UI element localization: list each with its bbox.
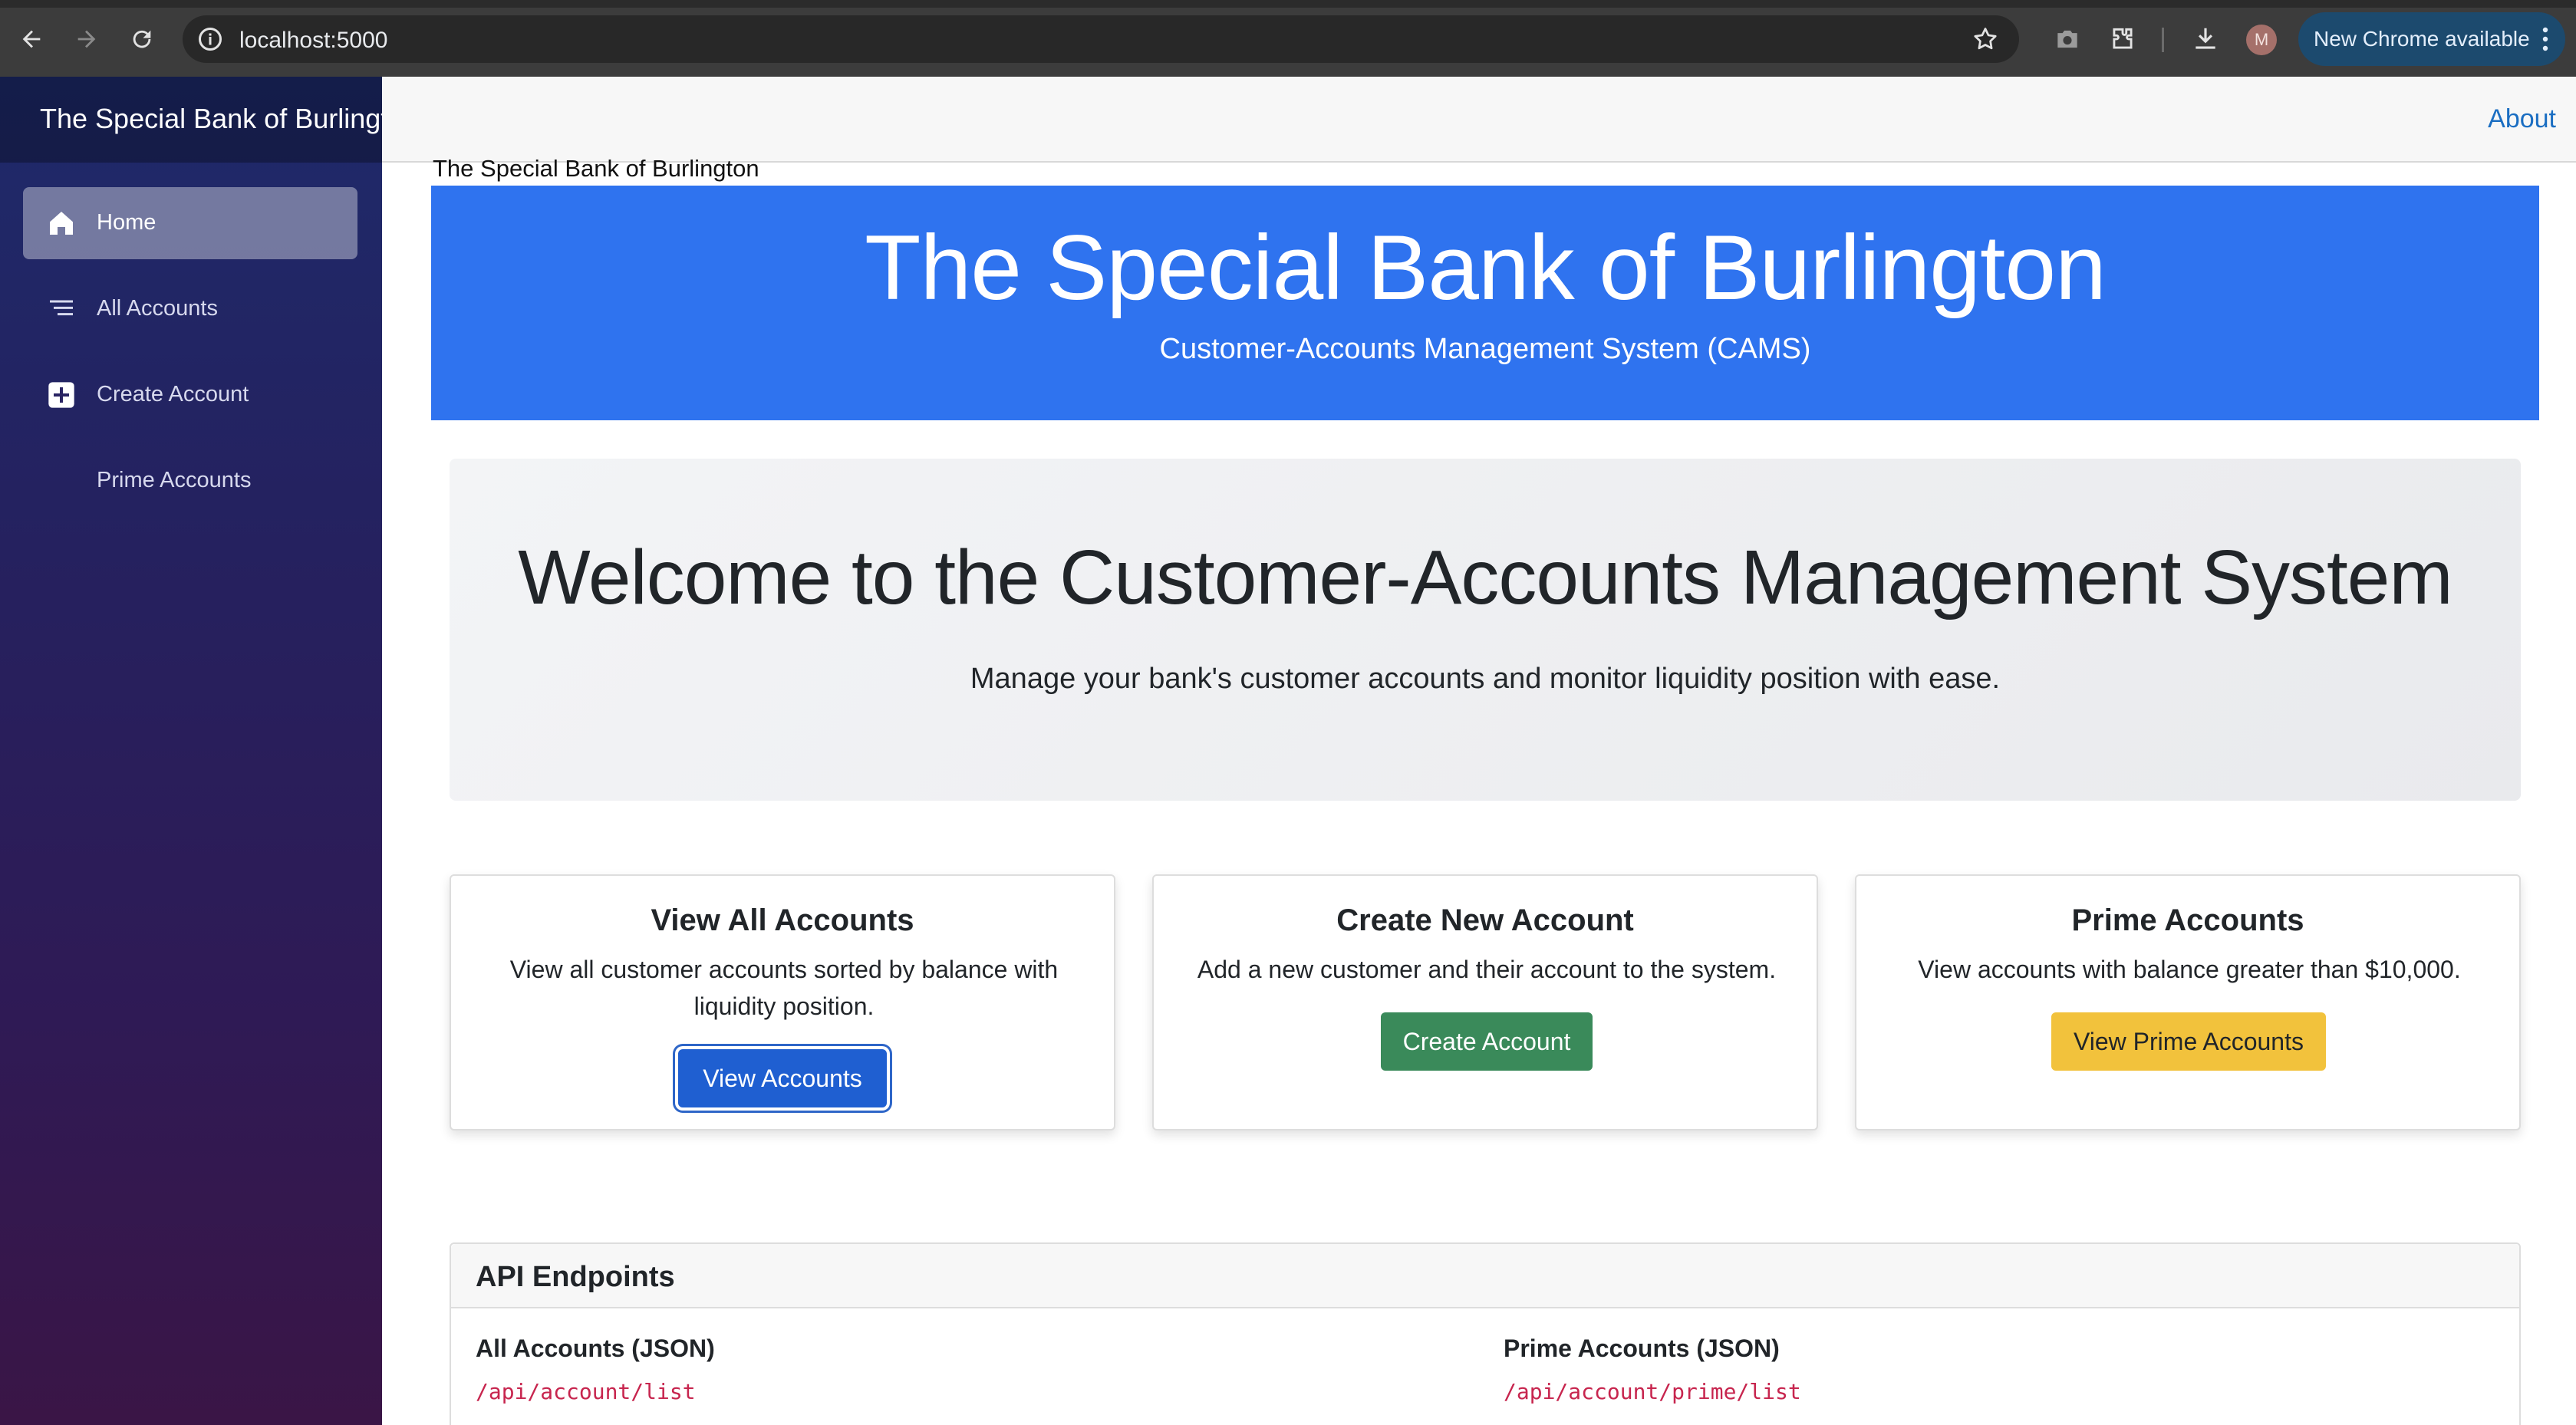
reload-icon xyxy=(133,30,151,48)
download-icon[interactable] xyxy=(2191,25,2220,54)
sidebar-item-label: Home xyxy=(97,210,156,235)
view-accounts-button[interactable]: View Accounts xyxy=(678,1049,887,1107)
sidebar-item-prime-accounts[interactable]: Prime Accounts xyxy=(23,445,357,517)
profile-avatar[interactable]: M xyxy=(2246,25,2277,55)
sidebar-item-label: All Accounts xyxy=(97,296,218,321)
sidebar-brand[interactable]: The Special Bank of Burlington xyxy=(0,77,419,163)
api-endpoints-heading: API Endpoints xyxy=(476,1261,675,1293)
endpoint-title-all-accounts: All Accounts (JSON) xyxy=(476,1334,715,1362)
hero-banner: The Special Bank of Burlington Customer-… xyxy=(431,186,2539,420)
toolbar-divider xyxy=(2162,28,2164,52)
view-prime-accounts-button[interactable]: View Prime Accounts xyxy=(2051,1012,2326,1071)
list-icon xyxy=(50,300,73,316)
sidebar-item-create-account[interactable]: Create Account xyxy=(23,359,357,431)
card-view-all-accounts: View All Accounts View all customer acco… xyxy=(450,874,1115,1130)
create-account-button[interactable]: Create Account xyxy=(1381,1012,1593,1071)
card-text: View all customer accounts sorted by bal… xyxy=(509,956,1059,1020)
api-endpoints-card: API Endpoints All Accounts (JSON) /api/a… xyxy=(450,1242,2521,1425)
card-create-new-account: Create New Account Add a new customer an… xyxy=(1152,874,1818,1130)
bookmark-star-icon[interactable] xyxy=(1972,25,1999,53)
back-arrow-icon xyxy=(22,30,41,48)
card-title: View All Accounts xyxy=(651,903,914,937)
welcome-lead: Manage your bank's customer accounts and… xyxy=(970,663,2001,695)
brand-title[interactable]: The Special Bank of Burlington xyxy=(40,103,419,135)
new-chrome-available-button[interactable]: New Chrome available xyxy=(2298,12,2565,66)
site-info-icon[interactable] xyxy=(196,25,224,53)
camera-icon[interactable] xyxy=(2053,25,2082,54)
new-chrome-label: New Chrome available xyxy=(2314,27,2530,51)
page-caption: The Special Bank of Burlington xyxy=(433,155,759,182)
reload-button[interactable] xyxy=(124,21,160,57)
sidebar-item-home[interactable]: Home xyxy=(23,187,357,259)
url-text[interactable]: localhost:5000 xyxy=(239,28,387,54)
home-icon xyxy=(50,212,73,235)
sidebar-item-label: Prime Accounts xyxy=(97,468,252,492)
about-link[interactable]: About xyxy=(2488,104,2556,134)
endpoint-title-prime-accounts: Prime Accounts (JSON) xyxy=(1504,1334,1780,1362)
card-text: Add a new customer and their account to … xyxy=(1197,956,1777,983)
endpoint-path-all-accounts: /api/account/list xyxy=(476,1379,696,1404)
sidebar-item-all-accounts[interactable]: All Accounts xyxy=(23,273,357,345)
endpoint-path-prime-accounts: /api/account/prime/list xyxy=(1504,1379,1801,1404)
welcome-jumbotron: Welcome to the Customer-Accounts Managem… xyxy=(450,459,2521,801)
banner-subtitle: Customer-Accounts Management System (CAM… xyxy=(1159,333,1811,365)
extensions-puzzle-icon[interactable] xyxy=(2108,25,2137,54)
forward-button[interactable] xyxy=(69,21,104,57)
sidebar: The Special Bank of Burlington Home All … xyxy=(0,77,419,1425)
welcome-heading: Welcome to the Customer-Accounts Managem… xyxy=(518,535,2452,620)
card-prime-accounts: Prime Accounts View accounts with balanc… xyxy=(1855,874,2521,1130)
kebab-menu-icon xyxy=(2542,27,2548,51)
banner-title: The Special Bank of Burlington xyxy=(865,216,2107,319)
card-text: View accounts with balance greater than … xyxy=(1918,956,2461,983)
forward-arrow-icon xyxy=(77,30,96,48)
address-bar[interactable]: localhost:5000 xyxy=(183,15,2019,63)
card-title: Create New Account xyxy=(1336,903,1634,937)
sidebar-item-label: Create Account xyxy=(97,382,249,406)
api-endpoints-header: API Endpoints xyxy=(451,1244,2519,1308)
plus-box-icon xyxy=(48,382,74,408)
top-navbar: About xyxy=(382,77,2576,163)
back-button[interactable] xyxy=(14,21,49,57)
browser-toolbar: localhost:5000 M New Chrome available xyxy=(0,0,2576,77)
card-title: Prime Accounts xyxy=(2071,903,2304,937)
tab-strip xyxy=(0,0,2576,8)
